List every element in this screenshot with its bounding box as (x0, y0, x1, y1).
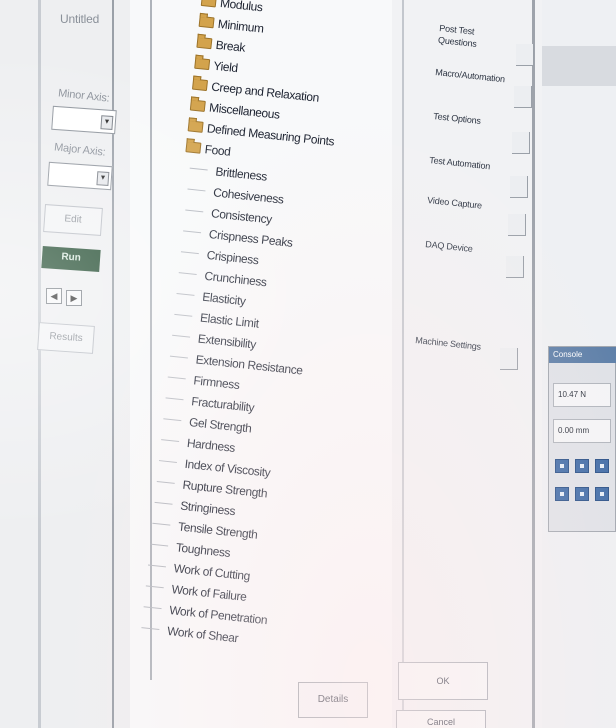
console-window: Console 10.47 N 0.00 mm (548, 346, 616, 532)
next-icon[interactable]: ▶ (66, 290, 82, 306)
folder-icon (198, 15, 215, 29)
folder-icon (200, 0, 217, 8)
stop-icon[interactable] (575, 459, 589, 473)
folder-icon (194, 57, 211, 71)
post-test-questions-button[interactable] (516, 44, 534, 66)
folder-icon (196, 36, 213, 50)
machine-settings-button[interactable] (500, 348, 518, 370)
test-automation-button[interactable] (510, 176, 528, 198)
open-folder-icon (185, 141, 202, 154)
daq-device-label: DAQ Device (424, 238, 474, 254)
daq-device-button[interactable] (506, 256, 524, 278)
macro-automation-button[interactable] (514, 86, 532, 108)
test-automation-label: Test Automation (428, 154, 491, 172)
macro-automation-label: Macro/Automation (434, 66, 506, 85)
tare-icon[interactable] (575, 487, 589, 501)
video-capture-label: Video Capture (426, 194, 483, 211)
home-icon[interactable] (595, 459, 609, 473)
calculation-tree-panel: Modulus Minimum Break Yield Creep and Re… (130, 0, 392, 728)
calculation-tree: Modulus Minimum Break Yield Creep and Re… (134, 0, 348, 657)
major-axis-label: Major Axis: (53, 141, 107, 159)
post-test-questions-label: Post Test Questions (437, 22, 478, 49)
folder-icon (187, 120, 204, 133)
zero-icon[interactable] (595, 487, 609, 501)
cancel-button[interactable]: Cancel (396, 710, 486, 728)
window-header (542, 46, 616, 86)
test-options-button[interactable] (512, 132, 530, 154)
machine-settings-label: Machine Settings (414, 334, 482, 352)
test-options-label: Test Options (432, 110, 482, 126)
details-button[interactable]: Details (298, 682, 368, 718)
results-button[interactable]: Results (37, 322, 95, 354)
application-window: Untitled Minor Axis: ▼ Major Axis: ▼ Edi… (0, 0, 616, 728)
video-capture-button[interactable] (508, 214, 526, 236)
major-axis-select[interactable]: ▼ (47, 161, 113, 191)
chevron-down-icon[interactable]: ▼ (96, 171, 110, 187)
left-panel: Untitled Minor Axis: ▼ Major Axis: ▼ Edi… (0, 0, 130, 728)
jog-down-icon[interactable] (555, 487, 569, 501)
chevron-down-icon[interactable]: ▼ (100, 115, 114, 131)
minor-axis-select[interactable]: ▼ (51, 105, 117, 135)
panel-divider (402, 0, 404, 728)
minor-axis-label: Minor Axis: (57, 87, 111, 105)
ok-button[interactable]: OK (398, 662, 488, 700)
force-readout: 10.47 N (553, 383, 611, 407)
console-title[interactable]: Console (549, 347, 616, 363)
run-button[interactable]: Run (41, 246, 101, 272)
jog-up-icon[interactable] (555, 459, 569, 473)
test-title: Untitled (60, 12, 100, 26)
previous-icon[interactable]: ◀ (46, 288, 62, 304)
position-readout: 0.00 mm (553, 419, 611, 443)
folder-icon (191, 78, 209, 92)
edit-button[interactable]: Edit (43, 204, 103, 236)
folder-icon (189, 99, 206, 112)
panel-edge (38, 0, 41, 728)
panel-divider (532, 0, 535, 728)
options-panel: Post Test Questions Macro/Automation Tes… (392, 0, 542, 728)
